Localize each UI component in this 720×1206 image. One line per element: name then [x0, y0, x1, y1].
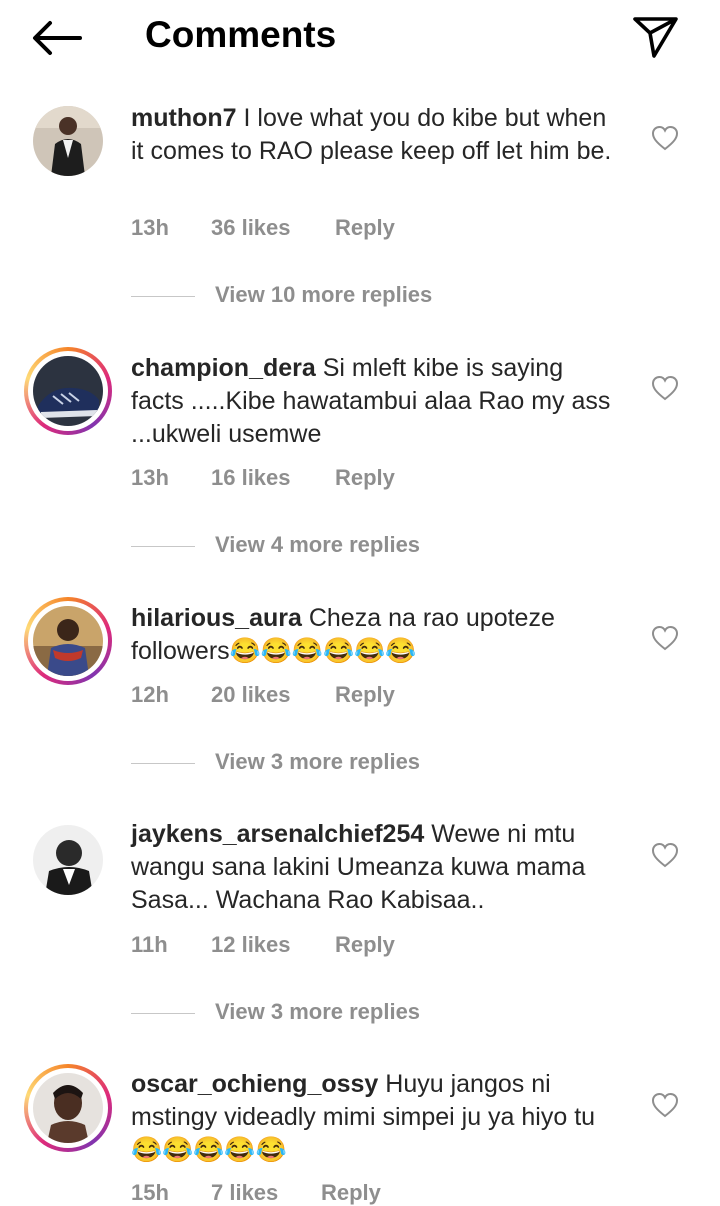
avatar[interactable]: [24, 347, 112, 435]
comment-text: jaykens_arsenalchief254 Wewe ni mtu wang…: [131, 818, 621, 917]
avatar[interactable]: [24, 1064, 112, 1152]
comment-text: hilarious_aura Cheza na rao upoteze foll…: [131, 602, 621, 668]
comment-time: 15h: [131, 1180, 169, 1205]
reply-button[interactable]: Reply: [335, 682, 395, 708]
heart-icon[interactable]: [650, 624, 680, 652]
divider-line: [131, 1013, 195, 1014]
heart-icon[interactable]: [650, 1091, 680, 1119]
comment-time: 13h: [131, 465, 169, 490]
comment-username[interactable]: jaykens_arsenalchief254: [131, 820, 424, 848]
comment-likes[interactable]: 16 likes: [211, 465, 291, 491]
comment-likes[interactable]: 12 likes: [211, 932, 291, 958]
heart-icon[interactable]: [650, 374, 680, 402]
view-replies-label: View 4 more replies: [215, 532, 421, 557]
view-replies-label: View 10 more replies: [215, 282, 433, 307]
comment-text: oscar_ochieng_ossy Huyu jangos ni msting…: [131, 1068, 621, 1167]
avatar[interactable]: [28, 820, 108, 900]
comment-username[interactable]: hilarious_aura: [131, 604, 302, 632]
divider-line: [131, 546, 195, 547]
view-replies-button[interactable]: View 3 more replies: [131, 999, 611, 1029]
heart-icon[interactable]: [650, 841, 680, 869]
back-button[interactable]: [30, 18, 82, 58]
view-replies-button[interactable]: View 4 more replies: [131, 532, 611, 562]
page-title: Comments: [145, 14, 337, 55]
comment-username[interactable]: oscar_ochieng_ossy: [131, 1070, 378, 1098]
comment-likes[interactable]: 7 likes: [211, 1180, 278, 1206]
reply-button[interactable]: Reply: [335, 215, 395, 241]
comment-likes[interactable]: 20 likes: [211, 682, 291, 708]
comment-time: 13h: [131, 215, 169, 240]
avatar[interactable]: [28, 101, 108, 181]
reply-button[interactable]: Reply: [321, 1180, 381, 1206]
comment-username[interactable]: muthon7: [131, 104, 237, 132]
view-replies-button[interactable]: View 3 more replies: [131, 749, 611, 779]
view-replies-label: View 3 more replies: [215, 749, 421, 774]
comment-time: 11h: [131, 932, 168, 957]
view-replies-button[interactable]: View 10 more replies: [131, 282, 611, 312]
top-bar: Comments: [0, 0, 720, 76]
divider-line: [131, 296, 195, 297]
comment-text: muthon7 I love what you do kibe but when…: [131, 102, 621, 168]
arrow-left-icon: [33, 21, 82, 55]
share-button[interactable]: [630, 14, 680, 60]
comment-text: champion_dera Si mleft kibe is saying fa…: [131, 352, 621, 451]
divider-line: [131, 763, 195, 764]
comment-likes[interactable]: 36 likes: [211, 215, 291, 241]
reply-button[interactable]: Reply: [335, 932, 395, 958]
reply-button[interactable]: Reply: [335, 465, 395, 491]
view-replies-label: View 3 more replies: [215, 999, 421, 1024]
avatar[interactable]: [24, 597, 112, 685]
comment-time: 12h: [131, 682, 169, 707]
comment-username[interactable]: champion_dera: [131, 354, 316, 382]
heart-icon[interactable]: [650, 124, 680, 152]
paper-plane-icon: [633, 17, 678, 58]
